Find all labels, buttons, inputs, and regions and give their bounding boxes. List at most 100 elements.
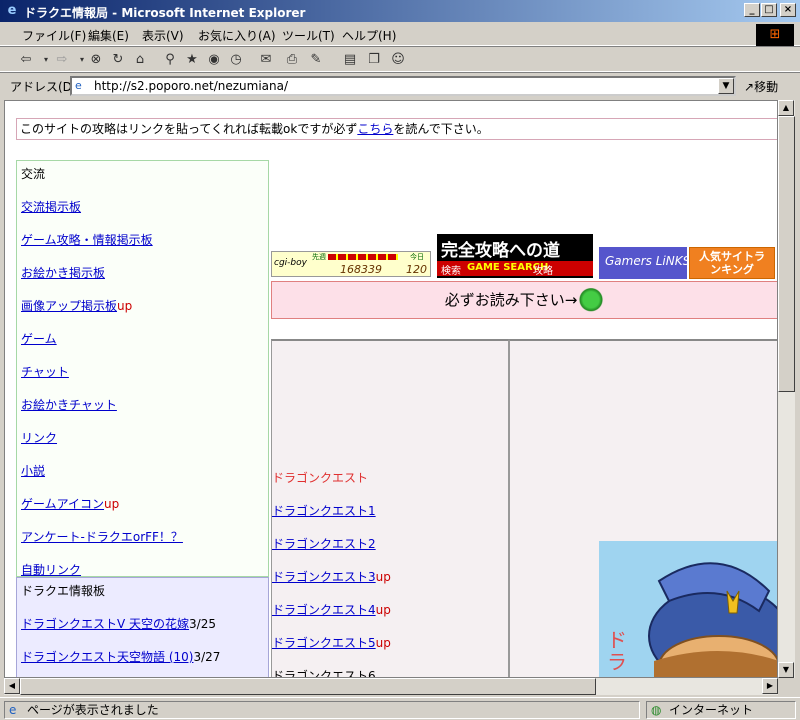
up-badge: up <box>375 603 391 617</box>
dq-series-link[interactable]: ドラゴンクエスト3 <box>272 570 376 584</box>
dq-series-item: ドラゴンクエスト2 <box>272 535 376 552</box>
window-title: ドラクエ情報局 - Microsoft Internet Explorer <box>24 6 306 20</box>
counter-label-today: 今日 <box>410 253 424 261</box>
left-nav-link[interactable]: ゲームアイコン <box>21 497 104 511</box>
left-nav-link[interactable]: チャット <box>21 365 69 379</box>
dq-series-panel: ドラゴンクエスト ドラゴンクエスト1 ドラゴンクエスト2 ドラゴンクエスト3up ドラ… <box>271 339 509 678</box>
dq-series-link: ドラゴンクエスト6 <box>272 669 376 678</box>
page-icon: e <box>75 79 82 92</box>
left-nav-item: ゲーム <box>21 330 57 347</box>
gamers-links-banner[interactable]: Gamers LiNKS <box>599 247 690 279</box>
left-nav-panel: 交流 交流掲示板 ゲーム攻略・情報掲示板 お絵かき掲示板 画像アップ掲示板up ゲームチ… <box>16 160 269 577</box>
dq-info-link[interactable]: ドラゴンクエスト天空物語 (10) <box>21 650 193 664</box>
refresh-icon[interactable]: ↻ <box>108 51 128 69</box>
character-caption: ドラ <box>607 628 627 674</box>
go-button[interactable]: ↗移動 <box>744 78 778 95</box>
left-nav-item: チャット <box>21 363 69 380</box>
dq-series-item: ドラゴンクエスト1 <box>272 502 376 519</box>
scroll-left-icon[interactable]: ◀ <box>4 678 20 694</box>
print-icon[interactable]: ⎙ <box>282 51 302 69</box>
back-arrow-icon[interactable]: ⇦ <box>16 51 36 69</box>
bush-icon <box>577 287 606 314</box>
dq-series-link[interactable]: ドラゴンクエスト4 <box>272 603 376 617</box>
ninki-site-ranking-banner[interactable]: 人気サイトランキング <box>689 247 775 279</box>
horizontal-scrollbar[interactable]: ◀ ▶ <box>4 678 778 695</box>
address-dropdown-icon[interactable]: ▼ <box>718 78 734 94</box>
notice-text-pre: このサイトの攻略はリンクを貼ってくれれば転載okですが必ず <box>20 122 358 136</box>
left-nav-item: 画像アップ掲示板up <box>21 297 132 314</box>
left-nav-link[interactable]: 画像アップ掲示板 <box>21 299 117 313</box>
menu-help[interactable]: ヘルプ(H) <box>342 27 396 44</box>
edit-icon[interactable]: ✎ <box>306 51 326 69</box>
counter-week: 168339 <box>340 263 382 276</box>
dq-info-link[interactable]: ドラゴンクエストV 天空の花嫁 <box>21 617 189 631</box>
discuss-icon[interactable]: ▤ <box>340 51 360 69</box>
forward-arrow-icon[interactable]: ⇨ <box>52 51 72 69</box>
left-nav-link[interactable]: アンケート-ドラクエorFF！？ <box>21 530 183 544</box>
menu-edit[interactable]: 編集(E) <box>88 27 129 44</box>
dq-series-link[interactable]: ドラゴンクエスト1 <box>272 504 376 518</box>
menu-file[interactable]: ファイル(F) <box>22 27 86 44</box>
left-nav-link[interactable]: 自動リンク <box>21 563 81 577</box>
stop-icon[interactable]: ⊗ <box>86 51 106 69</box>
read-notice-box[interactable]: 必ずお読み下さい→ <box>271 281 777 319</box>
search-icon[interactable]: ⚲ <box>160 51 180 69</box>
left-nav-link[interactable]: お絵かきチャット <box>21 398 117 412</box>
left-nav-link[interactable]: 交流掲示板 <box>21 200 81 214</box>
kanzen-kouryaku-banner[interactable]: 完全攻略への道 検索 GAME SEARCH 攻略 <box>437 234 593 278</box>
dq-series-item: ドラゴンクエスト4up <box>272 601 391 618</box>
title-bar: e ドラクエ情報局 - Microsoft Internet Explorer … <box>0 0 800 22</box>
left-nav-item: 交流掲示板 <box>21 198 81 215</box>
dq-series-item: ドラゴンクエスト6 <box>272 667 376 678</box>
media-icon[interactable]: ◉ <box>204 51 224 69</box>
messenger-icon[interactable]: ☺ <box>388 51 408 69</box>
dq-series-link[interactable]: ドラゴンクエスト2 <box>272 537 376 551</box>
mail-icon[interactable]: ✉ <box>256 51 276 69</box>
dq-info-header: ドラクエ情報板 <box>21 584 106 598</box>
dq-series-link[interactable]: ドラゴンクエスト5 <box>272 636 376 650</box>
left-nav-link[interactable]: ゲーム攻略・情報掲示板 <box>21 233 153 247</box>
zone-text: インターネット <box>669 703 754 717</box>
address-bar: アドレス(D) e http://s2.poporo.net/nezumiana… <box>0 72 800 98</box>
menu-bar: ファイル(F) 編集(E) 表示(V) お気に入り(A) ツール(T) ヘルプ(… <box>0 22 800 46</box>
vertical-scroll-thumb[interactable] <box>778 116 795 392</box>
left-nav-link[interactable]: 小説 <box>21 464 45 478</box>
menu-view[interactable]: 表示(V) <box>142 27 184 44</box>
history-icon[interactable]: ◷ <box>226 51 246 69</box>
horizontal-scroll-thumb[interactable] <box>20 678 596 695</box>
left-nav-item: お絵かきチャット <box>21 396 117 413</box>
scroll-right-icon[interactable]: ▶ <box>762 678 778 694</box>
address-url: http://s2.poporo.net/nezumiana/ <box>94 79 289 93</box>
globe-icon: ◍ <box>651 703 662 717</box>
address-input[interactable]: e http://s2.poporo.net/nezumiana/ <box>70 76 736 96</box>
windows-logo-icon: ⊞ <box>756 24 794 46</box>
dq-info-date: 3/25 <box>189 617 216 631</box>
dq-info-panel: ドラクエ情報板 ドラゴンクエストV 天空の花嫁3/25 ドラゴンクエスト天空物語… <box>16 577 269 677</box>
maximize-button[interactable]: □ <box>761 3 777 17</box>
security-zone: ◍ インターネット <box>646 701 796 719</box>
up-badge: up <box>117 299 133 313</box>
go-arrow-icon: ↗ <box>744 80 755 94</box>
left-nav-item: ゲームアイコンup <box>21 495 119 512</box>
status-bar: e ページが表示されました ◍ インターネット <box>0 697 800 720</box>
go-label: 移動 <box>754 80 779 94</box>
left-nav-link[interactable]: リンク <box>21 431 57 445</box>
minimize-button[interactable]: _ <box>744 3 760 17</box>
left-nav-link[interactable]: ゲーム <box>21 332 57 346</box>
vertical-scrollbar[interactable]: ▲ ▼ <box>778 100 795 678</box>
notice-link[interactable]: こちら <box>357 122 393 136</box>
menu-tools[interactable]: ツール(T) <box>282 27 335 44</box>
close-button[interactable]: × <box>780 3 796 17</box>
dq-info-item: ドラゴンクエストV 天空の花嫁3/25 <box>21 615 216 632</box>
scroll-down-icon[interactable]: ▼ <box>778 662 794 678</box>
left-nav-link[interactable]: お絵かき掲示板 <box>21 266 105 280</box>
kanzen-sub-left: 検索 <box>441 266 461 277</box>
scroll-up-icon[interactable]: ▲ <box>778 100 794 116</box>
left-nav-item: ゲーム攻略・情報掲示板 <box>21 231 153 248</box>
research-icon[interactable]: ❐ <box>364 51 384 69</box>
favorites-icon[interactable]: ★ <box>182 51 202 69</box>
menu-favorites[interactable]: お気に入り(A) <box>198 27 276 44</box>
status-text-box: e ページが表示されました <box>4 701 640 719</box>
access-counter[interactable]: cgi-boy 先週 今日 168339 120 <box>271 251 431 277</box>
home-icon[interactable]: ⌂ <box>130 51 150 69</box>
